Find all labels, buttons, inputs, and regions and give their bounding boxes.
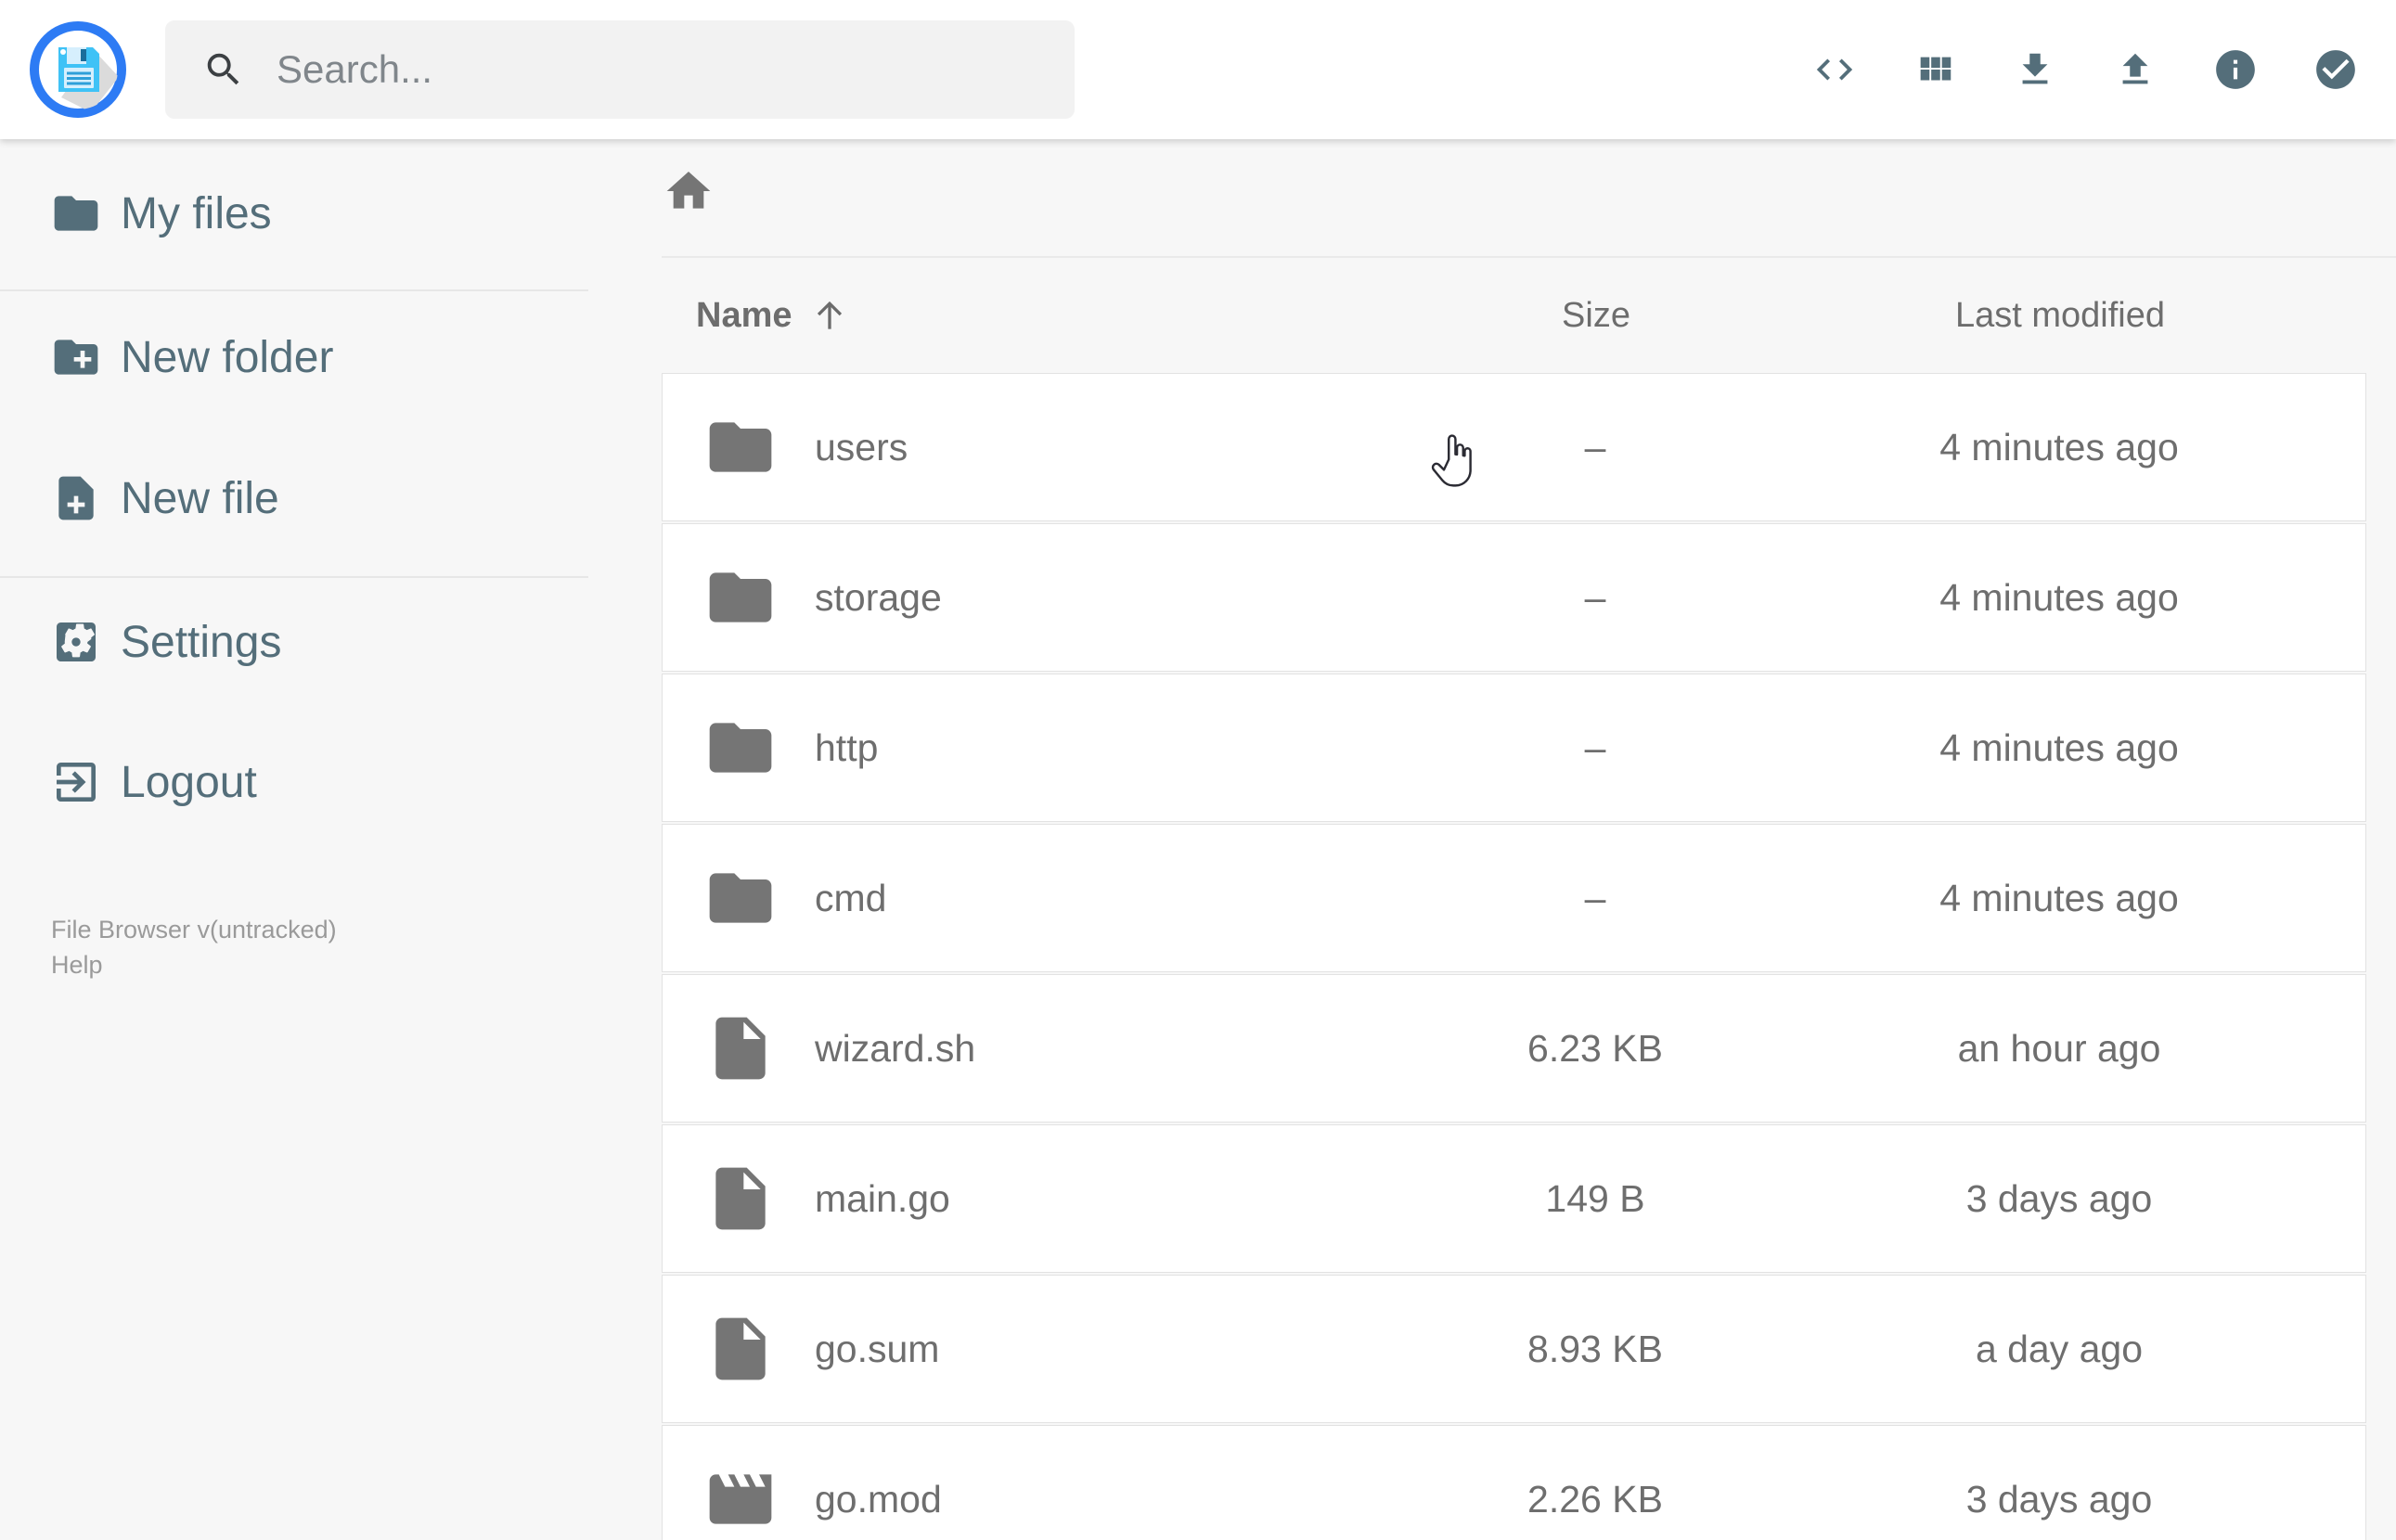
- home-icon: [666, 172, 711, 209]
- main-content: Name Size Last modified users – 4 minute…: [594, 139, 2396, 1540]
- file-row[interactable]: cmd – 4 minutes ago: [662, 824, 2366, 972]
- code-view-icon: [1816, 58, 1853, 81]
- file-row[interactable]: http – 4 minutes ago: [662, 674, 2366, 822]
- file-name: storage: [815, 575, 942, 619]
- folder-icon: [709, 873, 772, 923]
- file-icon: [715, 1167, 766, 1230]
- select-multiple-button[interactable]: [2312, 46, 2359, 93]
- version-link[interactable]: File Browser v(untracked): [51, 912, 337, 947]
- file-size: 149 B: [1545, 1176, 1645, 1220]
- file-size: 8.93 KB: [1527, 1327, 1663, 1370]
- sort-ascending-icon: [817, 301, 842, 329]
- file-size: –: [1584, 575, 1606, 619]
- file-name: users: [815, 425, 908, 468]
- sidebar-divider: [0, 289, 588, 291]
- file-row[interactable]: wizard.sh 6.23 KB an hour ago: [662, 974, 2366, 1123]
- sidebar-item-label: New folder: [121, 332, 334, 382]
- info-icon: [2216, 50, 2255, 89]
- file-icon: [715, 1317, 766, 1380]
- app-logo[interactable]: [30, 21, 126, 118]
- new-file-icon: [58, 476, 94, 520]
- folder-icon: [709, 422, 772, 472]
- sidebar-item-new-folder[interactable]: New folder: [0, 313, 594, 402]
- file-name-cell: go.mod: [663, 1462, 1437, 1536]
- sidebar-item-logout[interactable]: Logout: [0, 738, 594, 827]
- file-name-cell: cmd: [663, 861, 1437, 935]
- file-modified: 3 days ago: [1965, 1176, 2153, 1220]
- file-modified: 4 minutes ago: [1939, 876, 2179, 919]
- file-name: cmd: [815, 876, 887, 919]
- grid-view-icon: [1920, 57, 1952, 81]
- code-view-button[interactable]: [1811, 46, 1858, 93]
- file-row[interactable]: users – 4 minutes ago: [662, 373, 2366, 521]
- new-folder-icon: [54, 340, 98, 375]
- sidebar-item-label: New file: [121, 473, 279, 523]
- sidebar-item-label: Logout: [121, 757, 257, 807]
- folder-icon: [54, 196, 98, 231]
- file-name-cell: wizard.sh: [663, 1011, 1437, 1085]
- settings-icon: [57, 622, 96, 661]
- file-name: wizard.sh: [815, 1026, 976, 1070]
- file-size: 2.26 KB: [1527, 1477, 1663, 1521]
- movie-icon: [709, 1474, 772, 1524]
- download-icon: [2022, 53, 2048, 84]
- file-row[interactable]: go.sum 8.93 KB a day ago: [662, 1275, 2366, 1423]
- file-modified: an hour ago: [1957, 1026, 2161, 1070]
- sidebar-item-label: Settings: [121, 617, 282, 667]
- file-modified: 4 minutes ago: [1939, 425, 2179, 468]
- breadcrumb-divider: [662, 256, 2396, 258]
- file-size: 6.23 KB: [1527, 1026, 1663, 1070]
- file-name-cell: main.go: [663, 1161, 1437, 1236]
- sidebar-item-settings[interactable]: Settings: [0, 597, 594, 687]
- sidebar-item-my-files[interactable]: My files: [0, 169, 594, 258]
- breadcrumb-home-button[interactable]: [663, 165, 715, 217]
- file-modified: a day ago: [1975, 1327, 2144, 1370]
- column-header-modified[interactable]: Last modified: [1754, 296, 2366, 336]
- select-multiple-icon: [2316, 50, 2355, 89]
- logout-icon: [57, 763, 96, 802]
- file-size: –: [1584, 725, 1606, 769]
- sidebar-footer: File Browser v(untracked) Help: [51, 912, 337, 982]
- floppy-disk-logo-icon: [30, 21, 126, 118]
- search-input[interactable]: [277, 47, 1019, 92]
- download-button[interactable]: [2012, 46, 2058, 93]
- app-header: [0, 0, 2396, 139]
- header-toolbar: [1811, 0, 2359, 139]
- file-row[interactable]: storage – 4 minutes ago: [662, 523, 2366, 672]
- sidebar-item-new-file[interactable]: New file: [0, 454, 594, 543]
- file-name-cell: http: [663, 711, 1437, 785]
- file-name: go.mod: [815, 1477, 942, 1521]
- info-button[interactable]: [2212, 46, 2259, 93]
- file-name-cell: users: [663, 410, 1437, 484]
- file-list: users – 4 minutes ago storage – 4 minute…: [662, 373, 2366, 1540]
- sidebar: My files New folder New file Settings Lo…: [0, 139, 594, 1540]
- file-name: go.sum: [815, 1327, 940, 1370]
- search-bar[interactable]: [165, 20, 1075, 119]
- file-size: –: [1584, 425, 1606, 468]
- file-modified: 4 minutes ago: [1939, 725, 2179, 769]
- file-size: –: [1584, 876, 1606, 919]
- file-name-cell: go.sum: [663, 1312, 1437, 1386]
- file-modified: 3 days ago: [1965, 1477, 2153, 1521]
- file-row[interactable]: go.mod 2.26 KB 3 days ago: [662, 1425, 2366, 1540]
- file-name: main.go: [815, 1176, 950, 1220]
- column-header-size[interactable]: Size: [1438, 296, 1754, 336]
- grid-view-button[interactable]: [1912, 46, 1958, 93]
- file-name-cell: storage: [663, 560, 1437, 635]
- sidebar-item-label: My files: [121, 188, 272, 238]
- file-modified: 4 minutes ago: [1939, 575, 2179, 619]
- upload-button[interactable]: [2112, 46, 2158, 93]
- folder-icon: [709, 723, 772, 773]
- sidebar-divider: [0, 576, 588, 578]
- column-header-name[interactable]: Name: [662, 295, 1438, 336]
- file-name: http: [815, 725, 879, 769]
- folder-icon: [709, 572, 772, 622]
- listing-column-headers: Name Size Last modified: [662, 280, 2366, 351]
- upload-icon: [2122, 53, 2148, 84]
- file-icon: [715, 1017, 766, 1080]
- file-row[interactable]: main.go 149 B 3 days ago: [662, 1124, 2366, 1273]
- help-link[interactable]: Help: [51, 947, 337, 982]
- search-icon: [207, 53, 239, 85]
